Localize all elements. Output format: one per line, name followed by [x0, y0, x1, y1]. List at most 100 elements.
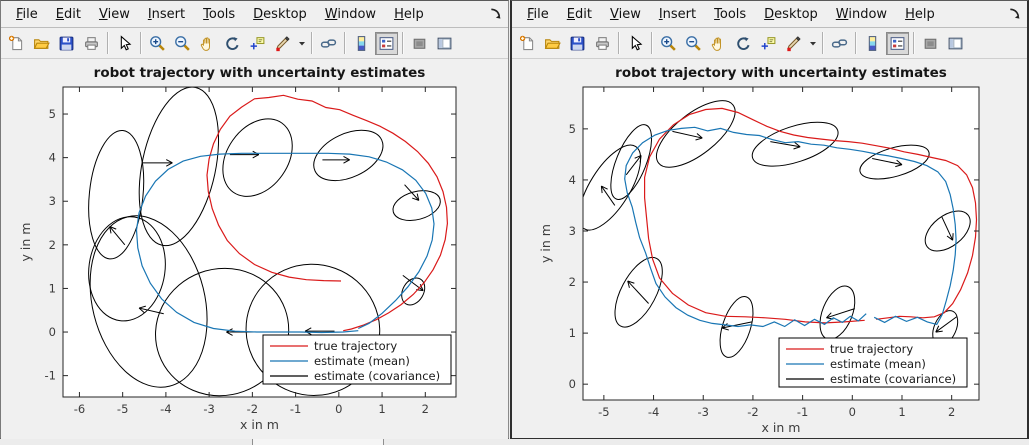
menu-help[interactable]: Help — [896, 5, 944, 24]
zoom-out-icon — [174, 35, 191, 52]
y-tick-label: 0 — [569, 377, 576, 391]
hide-plot-tools-button[interactable] — [919, 32, 942, 55]
zoom-in-icon — [660, 35, 677, 52]
show-plot-tools-button[interactable] — [433, 32, 456, 55]
save-figure-button[interactable] — [566, 32, 589, 55]
toolbar-separator — [822, 32, 824, 54]
menu-desktop[interactable]: Desktop — [755, 5, 827, 24]
menu-desktop[interactable]: Desktop — [244, 5, 316, 24]
new-figure-icon — [519, 35, 536, 52]
insert-colorbar-icon — [353, 35, 370, 52]
toolbar-separator — [618, 32, 620, 54]
brush-button[interactable] — [782, 32, 805, 55]
figure-canvas: -6-5-4-3-2-1012-1012345robot trajectory … — [1, 59, 508, 439]
legend-label: true trajectory — [830, 342, 913, 356]
insert-legend-icon — [889, 35, 906, 52]
x-tick-label: -1 — [290, 402, 301, 416]
insert-colorbar-button[interactable] — [350, 32, 373, 55]
legend[interactable]: true trajectoryestimate (mean)estimate (… — [779, 338, 967, 387]
pan-button[interactable] — [707, 32, 730, 55]
pointer-button[interactable] — [113, 32, 136, 55]
open-file-button[interactable] — [30, 32, 53, 55]
y-tick-label: 3 — [49, 194, 56, 208]
menu-tools[interactable]: Tools — [194, 5, 244, 24]
x-tick-label: -4 — [160, 402, 171, 416]
menu-window[interactable]: Window — [827, 5, 896, 24]
legend[interactable]: true trajectoryestimate (mean)estimate (… — [263, 335, 451, 384]
menu-tools[interactable]: Tools — [705, 5, 755, 24]
dock-figure-arrow-icon[interactable] — [1008, 6, 1022, 20]
insert-legend-button[interactable] — [886, 32, 909, 55]
menu-view[interactable]: View — [601, 5, 650, 24]
rotate-3d-button[interactable] — [732, 32, 755, 55]
menu-insert[interactable]: Insert — [139, 5, 194, 24]
hide-plot-tools-button[interactable] — [408, 32, 431, 55]
toolbar-separator — [913, 32, 915, 54]
show-plot-tools-button[interactable] — [944, 32, 967, 55]
menu-file[interactable]: File — [518, 5, 558, 24]
y-tick-label: 4 — [49, 151, 56, 165]
pointer-button[interactable] — [624, 32, 647, 55]
pan-icon — [710, 35, 727, 52]
x-tick-label: -6 — [74, 402, 85, 416]
insert-colorbar-button[interactable] — [861, 32, 884, 55]
zoom-out-button[interactable] — [171, 32, 194, 55]
data-cursor-icon — [760, 35, 777, 52]
link-plots-button[interactable] — [317, 32, 340, 55]
x-tick-label: -3 — [698, 405, 709, 419]
link-plots-button[interactable] — [828, 32, 851, 55]
menu-help[interactable]: Help — [385, 5, 433, 24]
x-tick-label: 0 — [335, 402, 342, 416]
data-cursor-button[interactable] — [246, 32, 269, 55]
menu-insert[interactable]: Insert — [650, 5, 705, 24]
menu-bar: FileEditViewInsertToolsDesktopWindowHelp — [512, 1, 1027, 28]
background-strip — [0, 439, 1029, 445]
zoom-in-button[interactable] — [146, 32, 169, 55]
toolbar-separator — [855, 32, 857, 54]
y-tick-label: 2 — [569, 275, 576, 289]
zoom-out-button[interactable] — [682, 32, 705, 55]
print-figure-icon — [83, 35, 100, 52]
print-figure-icon — [594, 35, 611, 52]
pan-button[interactable] — [196, 32, 219, 55]
open-file-icon — [33, 35, 50, 52]
brush-dropdown-arrow[interactable] — [807, 32, 818, 55]
brush-dropdown-arrow[interactable] — [296, 32, 307, 55]
legend-label: estimate (covariance) — [314, 369, 440, 383]
x-tick-label: 0 — [849, 405, 856, 419]
toolbar-separator — [107, 32, 109, 54]
rotate-3d-button[interactable] — [221, 32, 244, 55]
pan-icon — [199, 35, 216, 52]
insert-legend-icon — [378, 35, 395, 52]
menu-window[interactable]: Window — [316, 5, 385, 24]
dock-figure-arrow-icon[interactable] — [489, 6, 503, 20]
save-figure-button[interactable] — [55, 32, 78, 55]
y-tick-label: 1 — [49, 281, 56, 295]
print-figure-button[interactable] — [591, 32, 614, 55]
figure-canvas: -5-4-3-2-1012012345robot trajectory with… — [512, 59, 1027, 438]
new-figure-button[interactable] — [516, 32, 539, 55]
menu-edit[interactable]: Edit — [47, 5, 90, 24]
zoom-in-button[interactable] — [657, 32, 680, 55]
menu-view[interactable]: View — [90, 5, 139, 24]
x-tick-label: 1 — [898, 405, 905, 419]
brush-button[interactable] — [271, 32, 294, 55]
print-figure-button[interactable] — [80, 32, 103, 55]
menu-edit[interactable]: Edit — [558, 5, 601, 24]
insert-legend-button[interactable] — [375, 32, 398, 55]
menu-bar: FileEditViewInsertToolsDesktopWindowHelp — [1, 1, 508, 28]
menu-file[interactable]: File — [7, 5, 47, 24]
legend-label: estimate (covariance) — [830, 372, 956, 386]
y-tick-label: 4 — [569, 173, 576, 187]
show-plot-tools-icon — [436, 35, 453, 52]
figure-toolbar — [1, 28, 508, 59]
toolbar-separator — [344, 32, 346, 54]
x-tick-label: -2 — [247, 402, 258, 416]
toolbar-separator — [140, 32, 142, 54]
zoom-out-icon — [685, 35, 702, 52]
new-figure-button[interactable] — [5, 32, 28, 55]
open-file-button[interactable] — [541, 32, 564, 55]
data-cursor-button[interactable] — [757, 32, 780, 55]
toolbar-separator — [402, 32, 404, 54]
x-axis-label: x in m — [240, 417, 279, 432]
